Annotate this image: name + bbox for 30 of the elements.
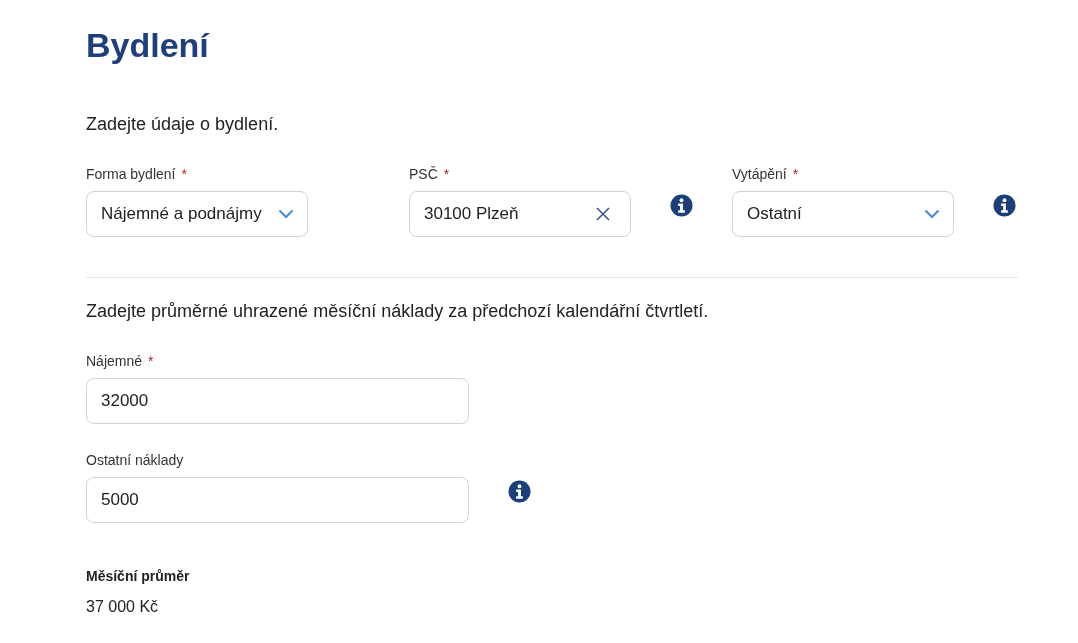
section-intro: Zadejte průměrné uhrazené měsíční náklady za předchozí kalendářní čtvrtletí. <box>86 300 710 323</box>
input-field[interactable]: 5000 <box>86 477 469 523</box>
close-icon[interactable] <box>596 207 610 221</box>
info-icon[interactable] <box>508 480 531 503</box>
select-value: Nájemné a podnájmy <box>101 203 262 226</box>
input-value: 32000 <box>101 390 149 413</box>
input-value: 5000 <box>101 489 139 512</box>
chevron-down-icon <box>924 209 940 219</box>
input-value: 30100 Plzeň <box>424 203 519 226</box>
select-field[interactable]: Nájemné a podnájmy <box>86 191 308 237</box>
chevron-down-icon <box>278 209 294 219</box>
summary-value: 37 000 Kč <box>86 597 160 617</box>
select-field[interactable]: Ostatní <box>732 191 954 237</box>
required-mark: * <box>443 164 450 184</box>
input-field[interactable]: 32000 <box>86 378 469 424</box>
input-field[interactable]: 30100 Plzeň <box>409 191 631 237</box>
page-title: Bydlení <box>86 25 211 66</box>
summary-label: Měsíční průměr <box>86 567 191 586</box>
info-icon[interactable] <box>993 194 1016 217</box>
required-mark: * <box>792 164 799 184</box>
required-mark: * <box>181 164 187 184</box>
info-icon[interactable] <box>670 194 693 217</box>
field-label: PSČ <box>409 164 438 184</box>
section-intro: Zadejte údaje o bydlení. <box>86 113 280 136</box>
field-label: Ostatní náklady <box>86 450 184 470</box>
required-mark: * <box>148 351 154 371</box>
field-label: Forma bydlení <box>86 164 176 184</box>
select-value: Ostatní <box>747 203 802 226</box>
field-label: Vytápění <box>732 164 787 184</box>
field-label: Nájemné <box>86 351 143 371</box>
